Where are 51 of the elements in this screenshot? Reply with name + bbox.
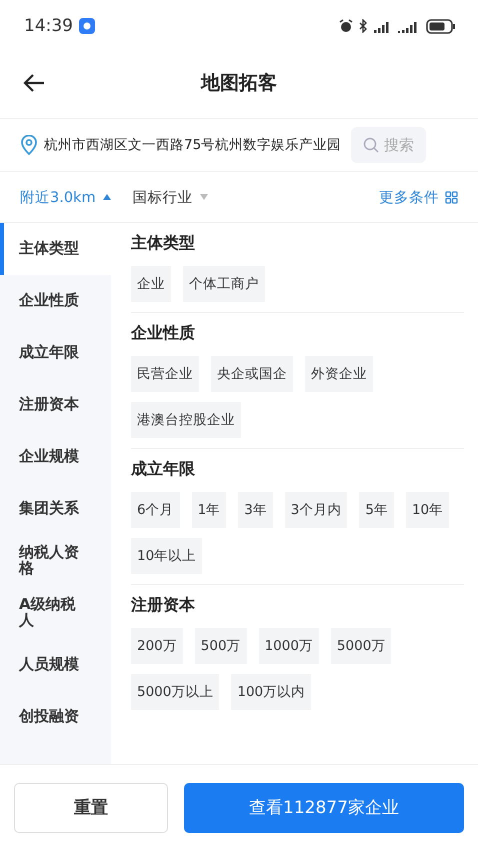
option-chip[interactable]: 1000万 xyxy=(258,628,319,664)
option-chip[interactable]: 5年 xyxy=(359,492,394,528)
filter-dropdown[interactable]: 附近3.0km xyxy=(20,188,111,206)
option-chip[interactable]: 200万 xyxy=(131,628,183,664)
option-chip[interactable]: 5000万以上 xyxy=(131,674,220,710)
option-chip[interactable]: 10年 xyxy=(406,492,450,528)
section-title: 主体类型 xyxy=(131,233,196,254)
option-chip[interactable]: 100万以内 xyxy=(231,674,312,710)
category-tab[interactable]: 纳税人资格 xyxy=(0,535,111,587)
alarm-icon xyxy=(339,19,353,33)
search-icon[interactable] xyxy=(363,137,380,153)
caret-up-icon[interactable] xyxy=(102,194,111,200)
option-chip[interactable]: 央企或国企 xyxy=(211,356,293,392)
app-notification-icon xyxy=(79,18,95,34)
option-chip[interactable]: 1年 xyxy=(192,492,226,528)
option-chip[interactable]: 个体工商户 xyxy=(183,266,265,302)
reset-button[interactable]: 重置 xyxy=(14,782,168,832)
category-tab[interactable]: 人员规模 xyxy=(0,639,111,691)
location-pin-icon xyxy=(20,135,38,155)
option-chip[interactable]: 外资企业 xyxy=(305,356,373,392)
option-chip[interactable]: 民营企业 xyxy=(131,356,199,392)
page-title: 地图拓客 xyxy=(201,71,277,96)
category-tab[interactable]: 注册资本 xyxy=(0,379,111,431)
category-tab[interactable]: 企业性质 xyxy=(0,275,111,327)
bluetooth-icon xyxy=(359,19,368,33)
option-chip[interactable]: 5000万 xyxy=(330,628,392,664)
view-results-button[interactable]: 查看112877家企业 xyxy=(184,782,464,832)
category-tab[interactable]: 企业规模 xyxy=(0,431,111,483)
option-chip[interactable]: 3个月内 xyxy=(284,492,348,528)
section-title: 注册资本 xyxy=(131,595,196,616)
option-chip[interactable]: 3年 xyxy=(238,492,273,528)
battery-icon xyxy=(426,18,456,34)
category-tab[interactable]: 主体类型 xyxy=(0,223,111,275)
category-tab[interactable]: A级纳税人 xyxy=(0,587,111,639)
option-chip[interactable]: 10年以上 xyxy=(131,538,202,574)
caret-down-icon[interactable] xyxy=(200,194,208,200)
section-title: 企业性质 xyxy=(131,323,196,344)
section-title: 成立年限 xyxy=(131,459,196,480)
option-chip[interactable]: 港澳台控股企业 xyxy=(131,402,241,438)
more-filters-button[interactable]: 更多条件 xyxy=(379,188,458,206)
back-button[interactable] xyxy=(22,73,46,93)
status-time: 14:39 xyxy=(24,16,73,36)
option-chip[interactable]: 500万 xyxy=(194,628,247,664)
option-chip[interactable]: 企业 xyxy=(131,266,171,302)
option-chip[interactable]: 6个月 xyxy=(131,492,180,528)
grid-icon[interactable] xyxy=(445,190,458,204)
filter-dropdown[interactable]: 国标行业 xyxy=(132,188,208,206)
category-tab[interactable]: 创投融资 xyxy=(0,691,111,743)
category-tab[interactable]: 成立年限 xyxy=(0,327,111,379)
category-tab[interactable]: 集团关系 xyxy=(0,483,111,535)
address-text: 杭州市西湖区文一西路75号杭州数字娱乐产业园 xyxy=(44,136,342,154)
